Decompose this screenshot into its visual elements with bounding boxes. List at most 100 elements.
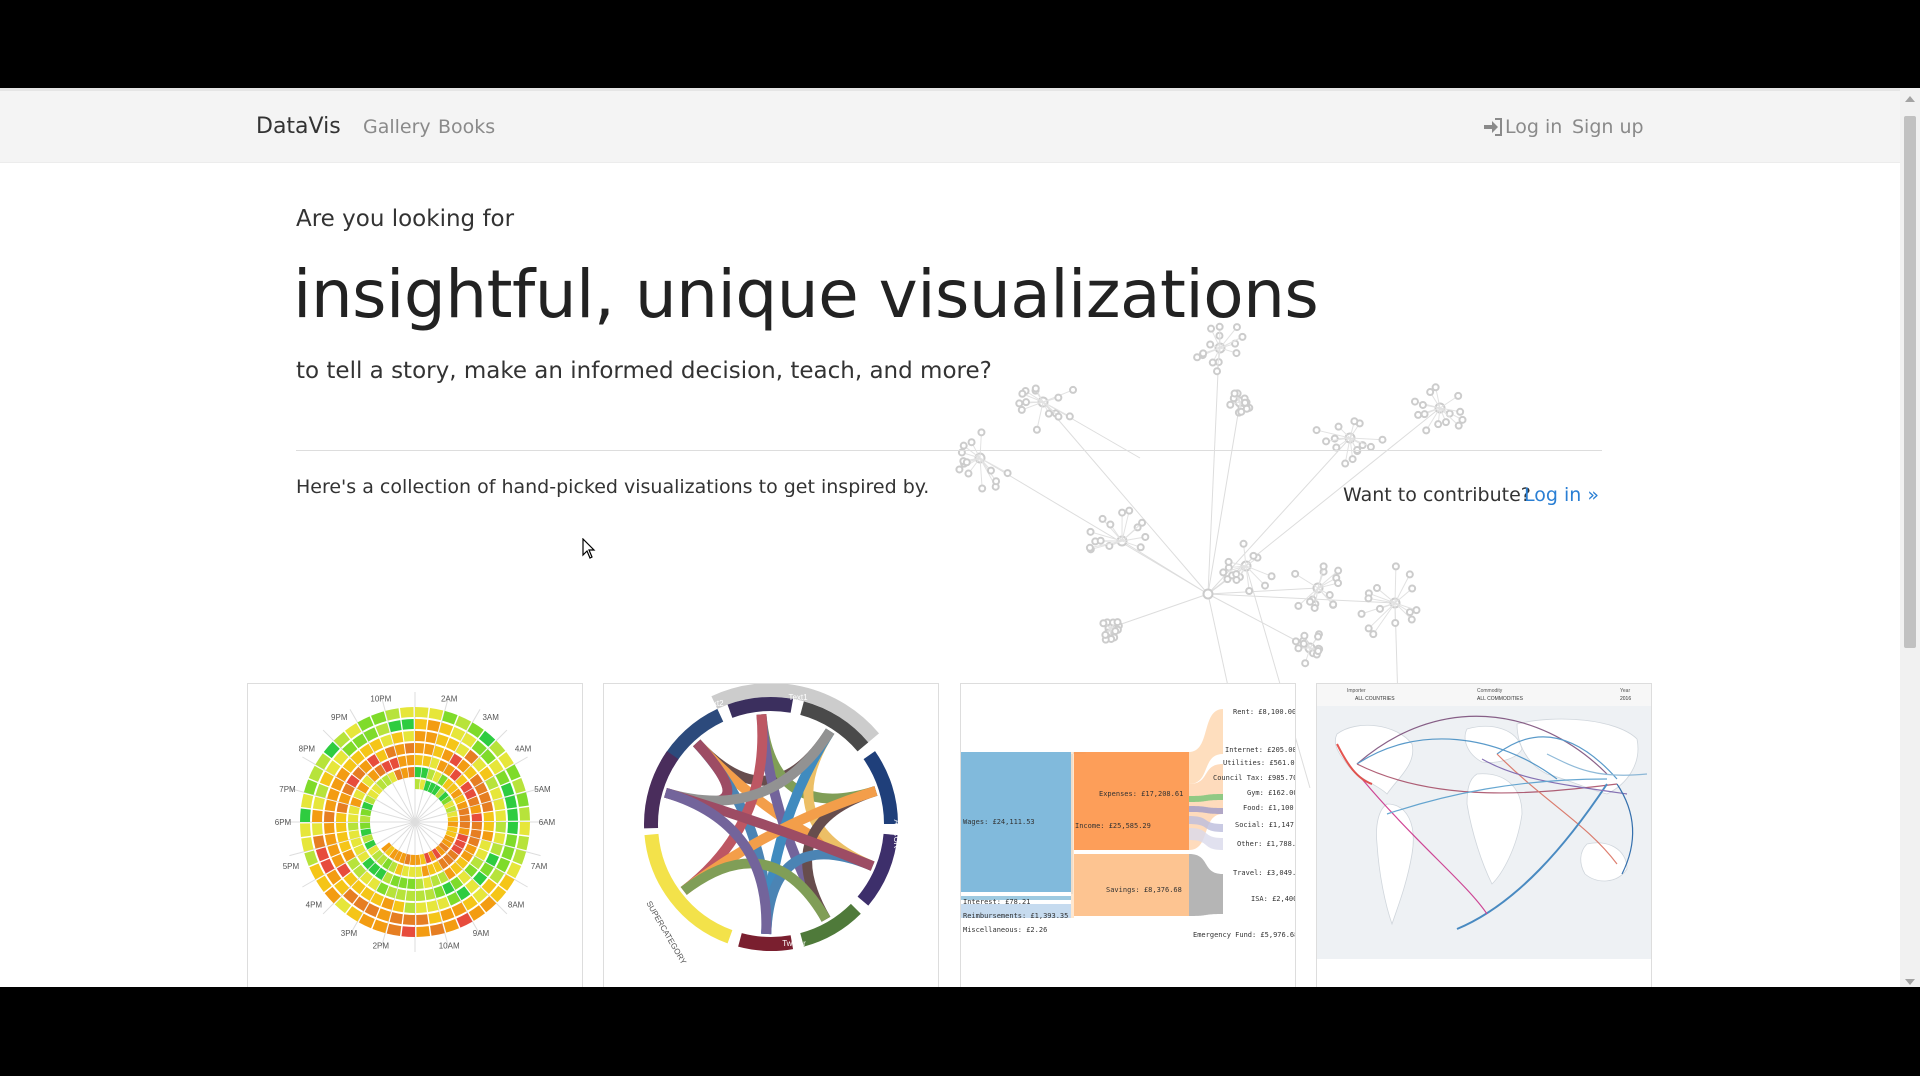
nav-books-link[interactable]: Books	[438, 116, 495, 138]
scrollbar-thumb[interactable]	[1904, 116, 1916, 648]
network-node	[1414, 410, 1423, 419]
network-node	[955, 465, 964, 474]
sankey-label-internet: Internet: £205.00	[1225, 746, 1295, 754]
vertical-scrollbar[interactable]	[1900, 88, 1920, 987]
gallery-card-chord-diagram[interactable]: Text1 Text2 ANCOR Twitter SUPERCATEGORY	[603, 683, 939, 987]
network-node	[1003, 469, 1012, 478]
network-node	[1314, 647, 1323, 656]
network-node	[1241, 398, 1250, 407]
hero-title: insightful, unique visualizations	[293, 256, 1319, 333]
radial-heatmap-cell	[394, 743, 406, 756]
network-node	[1125, 506, 1134, 515]
sankey-label-travel: Travel: £3,049.70	[1233, 869, 1295, 877]
radial-heatmap-cell	[427, 719, 441, 732]
network-node	[1230, 389, 1239, 398]
contribute-login-link[interactable]: Log in »	[1524, 484, 1599, 506]
network-node	[1101, 630, 1110, 639]
network-node	[1366, 442, 1375, 451]
letterbox-bottom	[0, 987, 1920, 1076]
radial-hour-label: 10AM	[439, 942, 460, 951]
map-importer-label: Importer	[1347, 688, 1366, 694]
radial-heatmap-cell	[505, 834, 518, 848]
network-node	[1310, 603, 1319, 612]
radial-heatmap-cell	[399, 707, 414, 718]
network-node	[1219, 568, 1228, 577]
radial-heatmap-cell	[416, 914, 429, 925]
radial-hour-label: 9AM	[473, 929, 490, 938]
gallery-card-sankey[interactable]: Wages: £24,111.53 Interest: £78.21 Reimb…	[960, 683, 1296, 987]
radial-hour-label: 5PM	[283, 862, 300, 871]
radial-heatmap-cell	[481, 801, 494, 813]
chord-group-arc	[727, 697, 794, 718]
radial-heatmap-cell	[483, 822, 494, 832]
radial-heatmap-cell	[436, 896, 450, 910]
radial-heatmap-cell	[415, 707, 429, 718]
scroll-up-arrow-icon[interactable]	[1905, 96, 1915, 102]
radial-heatmap-cell	[459, 814, 470, 822]
network-node	[1238, 332, 1247, 341]
network-node	[1206, 340, 1215, 349]
network-node	[1099, 619, 1108, 628]
network-node	[1249, 551, 1258, 560]
radial-heatmap-cell	[493, 832, 506, 845]
radial-hour-label: 6AM	[539, 818, 556, 827]
network-node	[1312, 426, 1321, 435]
network-node	[1412, 606, 1421, 615]
mouse-cursor-icon	[582, 538, 596, 559]
network-node	[1322, 437, 1331, 446]
hero-divider	[296, 450, 1602, 451]
network-node	[1454, 421, 1463, 430]
radial-heatmap-cell	[507, 822, 518, 835]
sankey-thumbnail: Wages: £24,111.53 Interest: £78.21 Reimb…	[961, 708, 1295, 939]
radial-heatmap-cell	[447, 816, 458, 822]
hero-pretitle: Are you looking for	[296, 206, 515, 232]
radial-heatmap-cell	[507, 808, 518, 821]
radial-heatmap-cell	[442, 710, 458, 725]
sankey-label-gym: Gym: £162.00	[1247, 789, 1295, 797]
brand-link[interactable]: DataVis	[256, 114, 341, 139]
radial-heatmap-cell	[483, 811, 494, 822]
network-node	[1407, 615, 1416, 624]
radial-hour-label: 2AM	[441, 694, 458, 703]
radial-hour-label: 10PM	[370, 694, 391, 703]
map-year-value: 2016	[1620, 696, 1631, 702]
radial-heatmap-cell	[415, 743, 425, 754]
radial-hour-label: 7AM	[531, 862, 548, 871]
sankey-label-emergency-fund: Emergency Fund: £5,976.68	[1193, 931, 1295, 939]
radial-heatmap-cell	[415, 755, 423, 766]
network-node	[977, 428, 986, 437]
gallery-card-trade-map[interactable]: Importer ALL COUNTRIES Commodity ALL COM…	[1316, 683, 1652, 987]
gallery-card-radial-heatmap[interactable]: 10PM 2AM 3AM 9PM 8PM 4AM 7PM 5AM 6PM 6AM 5PM 7AM 4PM…	[247, 683, 583, 987]
network-node	[1098, 514, 1107, 523]
network-node	[1422, 426, 1431, 435]
network-node	[1441, 418, 1450, 427]
network-node	[1213, 367, 1222, 376]
sankey-label-other: Other: £1,788.00	[1237, 840, 1295, 848]
radial-heatmap-cell	[336, 812, 347, 822]
network-node	[1369, 630, 1378, 639]
nav-gallery-link[interactable]: Gallery	[363, 116, 431, 138]
radial-heatmap-cell	[416, 926, 431, 937]
nav-signup-link[interactable]: Sign up	[1572, 116, 1644, 138]
radial-heatmap-cell	[415, 878, 424, 889]
nav-login-link[interactable]: Log in	[1483, 116, 1562, 138]
radial-heatmap-cell	[324, 811, 335, 822]
radial-hour-label: 4PM	[306, 900, 323, 909]
radial-heatmap-cell	[385, 708, 400, 721]
radial-hour-label: 5AM	[534, 785, 551, 794]
map-importer-value: ALL COUNTRIES	[1355, 696, 1395, 702]
radial-heatmap-cell	[300, 808, 311, 822]
network-node	[1202, 588, 1214, 600]
network-node	[1138, 518, 1147, 527]
radial-heatmap-cell	[397, 755, 407, 767]
scroll-down-arrow-icon[interactable]	[1905, 979, 1915, 985]
sankey-label-food: Food: £1,100.31	[1243, 804, 1295, 812]
nav-login-label: Log in	[1505, 116, 1563, 138]
radial-heatmap-cell	[380, 734, 394, 748]
radial-heatmap-cell	[416, 902, 427, 913]
network-node	[1314, 632, 1323, 641]
network-node	[1141, 532, 1150, 541]
radial-heatmap-cell	[312, 809, 323, 822]
network-node	[1372, 584, 1381, 593]
network-node	[1106, 520, 1115, 529]
